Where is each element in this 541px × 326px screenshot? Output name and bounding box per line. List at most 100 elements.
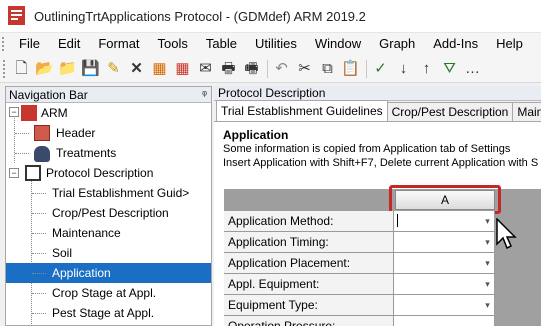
email-icon[interactable]: ✉ — [195, 58, 216, 79]
column-header-a[interactable]: A — [395, 190, 495, 210]
tab-trial-establishment-guidelines[interactable]: Trial Establishment Guidelines — [216, 100, 388, 121]
tree-item-label: Pest Stage at Appl. — [52, 306, 155, 320]
menu-window[interactable]: Window — [306, 33, 370, 55]
toolbar-grip — [3, 59, 9, 78]
tree-item-arm[interactable]: − ARM — [6, 103, 211, 123]
text-caret — [397, 214, 398, 227]
cut-icon[interactable]: ✂ — [294, 58, 315, 79]
delete-icon[interactable]: ✕ — [126, 58, 147, 79]
grid-row-application-timing: Application Timing: ▾ — [224, 232, 496, 253]
arm-icon — [21, 105, 37, 121]
chevron-down-icon[interactable]: ▾ — [483, 257, 492, 269]
sort-ascending-icon[interactable]: ↓ — [393, 58, 414, 79]
edit-icon[interactable]: ✎ — [103, 58, 124, 79]
tree-item-label: Maintenance — [52, 226, 121, 240]
window-title: OutliningTrtApplications Protocol - (GDM… — [34, 8, 366, 24]
bde-icon-2[interactable]: ▦ — [172, 58, 193, 79]
tree-item-label: Crop/Pest Description — [52, 206, 169, 220]
chevron-down-icon[interactable]: ▾ — [483, 299, 492, 311]
grid-row-appl-equipment: Appl. Equipment: ▾ — [224, 274, 496, 295]
open-folder-icon[interactable]: 📂 — [34, 58, 55, 79]
collapse-icon[interactable]: − — [9, 168, 19, 178]
print-icon[interactable]: 🖶 — [218, 58, 239, 79]
cell-appl-equipment-a[interactable]: ▾ — [394, 274, 495, 295]
navigation-bar-title: Navigation Bar — [9, 87, 88, 102]
spellcheck-icon[interactable]: ✓ — [370, 58, 391, 79]
grid-corner — [224, 189, 394, 211]
tree-item-trial-establishment[interactable]: Trial Establishment Guid> — [6, 183, 211, 203]
menu-bar: File Edit Format Tools Table Utilities W… — [0, 33, 541, 55]
tab-crop-pest-description[interactable]: Crop/Pest Description — [386, 102, 514, 121]
cell-application-method-a[interactable]: ▾ — [394, 211, 495, 232]
cell-equipment-type-a[interactable]: ▾ — [394, 295, 495, 316]
protocol-description-panel: Protocol Description Trial Establishment… — [214, 86, 541, 326]
menu-help[interactable]: Help — [487, 33, 532, 55]
menu-grip — [2, 37, 10, 51]
protocol-book-icon — [25, 165, 41, 181]
tree-item-crop-stage-at-appl[interactable]: Crop Stage at Appl. — [6, 283, 211, 303]
more-icon[interactable]: … — [462, 58, 483, 79]
pin-icon[interactable]: ᵠ — [202, 89, 207, 101]
panel-header: Protocol Description — [214, 86, 541, 101]
cell-operation-pressure-a[interactable] — [394, 316, 495, 326]
tree-item-pest-stage-at-appl[interactable]: Pest Stage at Appl. — [6, 303, 211, 323]
menu-graph[interactable]: Graph — [370, 33, 424, 55]
tree-item-label: Soil — [52, 246, 73, 260]
mouse-cursor-icon — [496, 218, 517, 250]
toolbar: 🗋 📂 📁 💾 ✎ ✕ ▦ ▦ ✉ 🖶 🖷 ↶ ✂ ⧉ 📋 ✓ ↓ ↑ ⛛ … — [0, 55, 541, 83]
bde-icon-1[interactable]: ▦ — [149, 58, 170, 79]
row-label: Appl. Equipment: — [224, 274, 394, 295]
menu-edit[interactable]: Edit — [49, 33, 89, 55]
info-line: Insert Application with Shift+F7, Delete… — [223, 157, 539, 169]
copy-icon[interactable]: ⧉ — [317, 58, 338, 79]
header-icon — [34, 125, 50, 141]
navigation-bar-header: Navigation Bar ᵠ — [6, 87, 211, 103]
sort-descending-icon[interactable]: ↑ — [416, 58, 437, 79]
row-label: Application Placement: — [224, 253, 394, 274]
tree-item-protocol-description[interactable]: − Protocol Description — [6, 163, 211, 183]
filter-icon[interactable]: ⛛ — [439, 58, 460, 79]
menu-add-ins[interactable]: Add-Ins — [424, 33, 487, 55]
menu-utilities[interactable]: Utilities — [246, 33, 306, 55]
tree-item-crop-pest-description[interactable]: Crop/Pest Description — [6, 203, 211, 223]
row-label: Operation Pressure: — [224, 316, 394, 326]
tree-item-soil[interactable]: Soil — [6, 243, 211, 263]
grid-row-application-placement: Application Placement: ▾ — [224, 253, 496, 274]
chevron-down-icon[interactable]: ▾ — [483, 236, 492, 248]
menu-format[interactable]: Format — [89, 33, 148, 55]
menu-tools[interactable]: Tools — [149, 33, 197, 55]
open-file-icon[interactable]: 📁 — [57, 58, 78, 79]
grid-row-equipment-type: Equipment Type: ▾ — [224, 295, 496, 316]
application-grid: A Application Method: ▾ Application Timi… — [224, 185, 541, 326]
cell-application-placement-a[interactable]: ▾ — [394, 253, 495, 274]
grid-row-operation-pressure: Operation Pressure: — [224, 316, 496, 326]
tree-item-label: Treatments — [56, 146, 117, 160]
chevron-down-icon[interactable]: ▾ — [483, 278, 492, 290]
tab-strip: Trial Establishment Guidelines Crop/Pest… — [214, 100, 541, 122]
tree-item-label: Application — [52, 266, 111, 280]
chevron-down-icon[interactable]: ▾ — [483, 215, 492, 227]
print-preview-icon[interactable]: 🖷 — [241, 58, 262, 79]
row-label: Application Method: — [224, 211, 394, 232]
navigation-bar: Navigation Bar ᵠ − ARM Header Treatments… — [5, 86, 212, 326]
tab-maintenance[interactable]: Mainte — [512, 102, 541, 121]
tree-item-maintenance[interactable]: Maintenance — [6, 223, 211, 243]
navigation-tree: − ARM Header Treatments − Protocol Descr… — [6, 103, 211, 326]
cell-application-timing-a[interactable]: ▾ — [394, 232, 495, 253]
toolbar-separator — [267, 59, 268, 78]
save-icon[interactable]: 💾 — [80, 58, 101, 79]
undo-icon[interactable]: ↶ — [271, 58, 292, 79]
tree-item-application[interactable]: Application — [6, 263, 211, 283]
tree-item-label: Trial Establishment Guid> — [52, 186, 190, 200]
tree-item-label: Protocol Description — [46, 166, 154, 180]
tree-item-label: Header — [56, 126, 96, 140]
tree-item-treatments[interactable]: Treatments — [6, 143, 211, 163]
menu-table[interactable]: Table — [197, 33, 246, 55]
menu-file[interactable]: File — [10, 33, 49, 55]
paste-icon[interactable]: 📋 — [340, 58, 361, 79]
new-document-icon[interactable]: 🗋 — [11, 58, 32, 79]
info-line: Some information is copied from Applicat… — [223, 143, 511, 155]
tree-item-label: Crop Stage at Appl. — [52, 286, 157, 300]
collapse-icon[interactable]: − — [9, 107, 19, 117]
tree-item-header[interactable]: Header — [6, 123, 211, 143]
